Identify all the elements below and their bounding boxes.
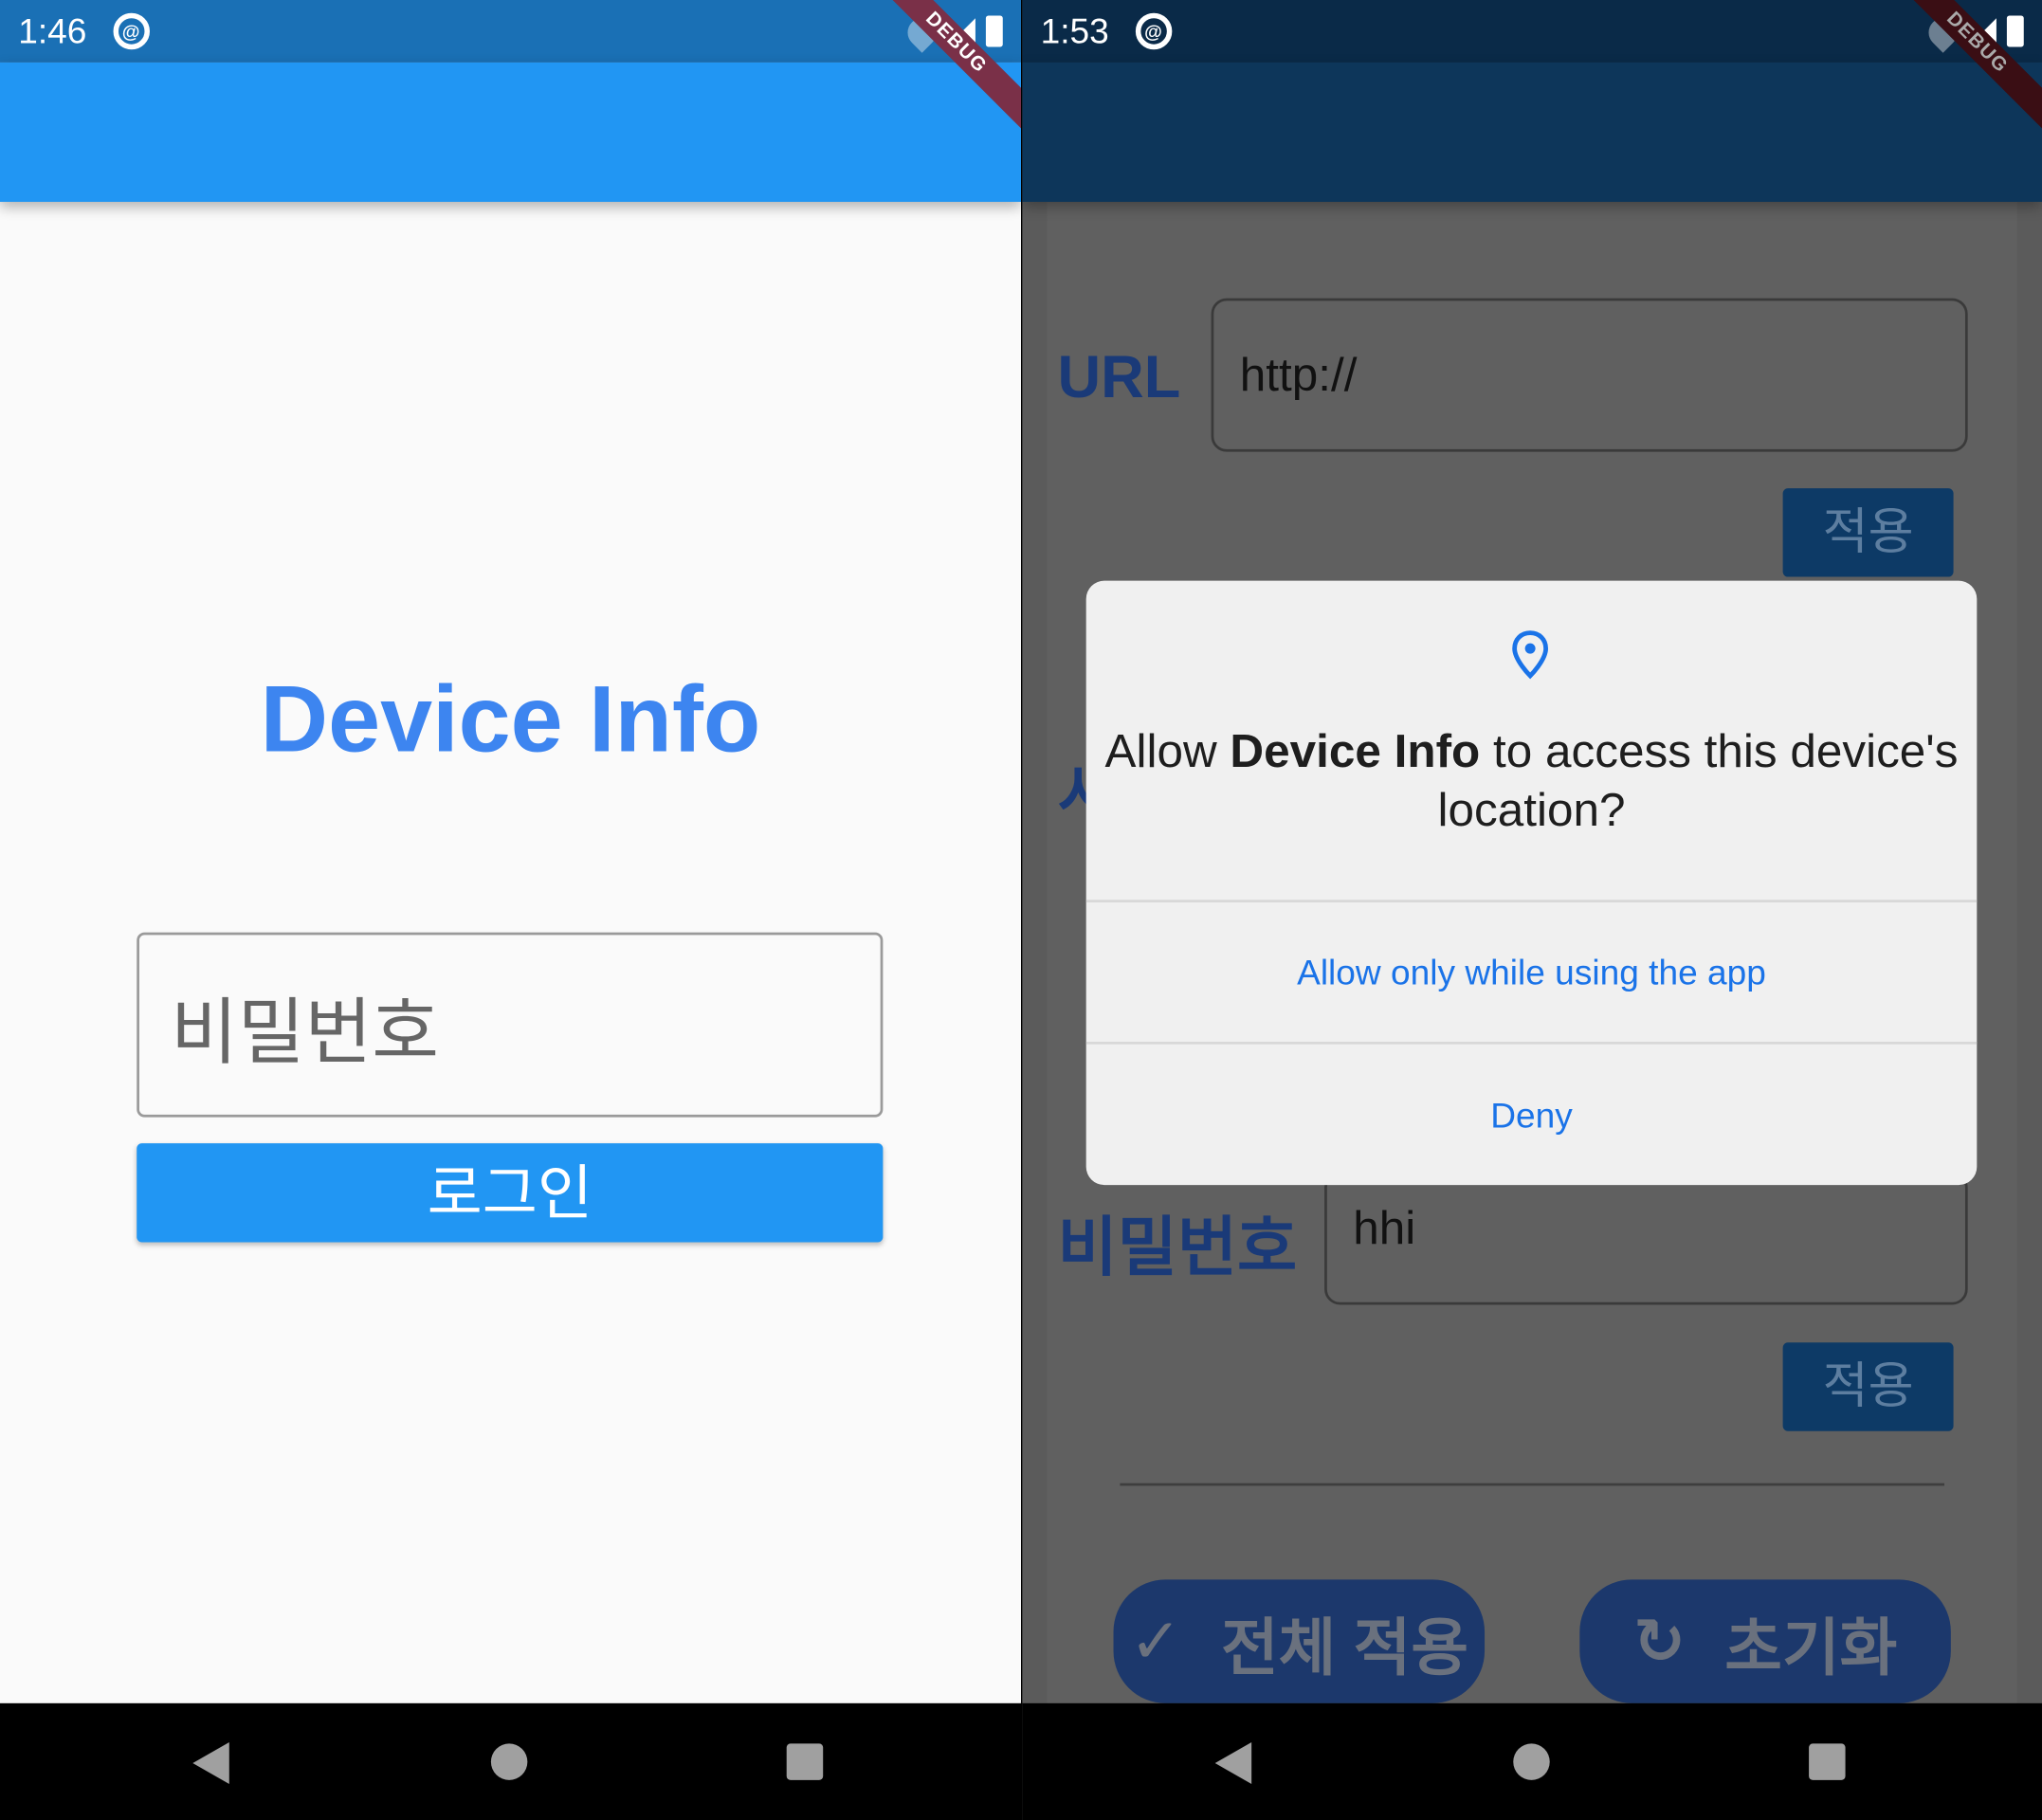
home-icon[interactable] (490, 1743, 528, 1780)
navigation-bar (1022, 1702, 2042, 1820)
refresh-icon: ↻ (1632, 1607, 1686, 1677)
password-label: 비밀번호 (1057, 1210, 1298, 1284)
status-bar: 1:53 @ (1022, 0, 2042, 63)
back-icon[interactable] (192, 1742, 229, 1784)
app-bar (0, 62, 1021, 202)
login-button[interactable]: 로그인 (137, 1143, 884, 1243)
reset-button[interactable]: ↻ 초기화 (1579, 1579, 1951, 1703)
login-screen: 1:46 @ DEBUG Device Info 비밀번호 로그인 (0, 0, 1021, 1820)
location-pin-icon (1512, 630, 1549, 680)
recents-icon[interactable] (1809, 1743, 1846, 1780)
battery-icon (2006, 15, 2024, 47)
location-permission-dialog: Allow Device Info to access this device'… (1085, 580, 1978, 1186)
divider (1085, 900, 1978, 902)
divider (1085, 1041, 1978, 1045)
check-icon: ✓ (1129, 1607, 1182, 1677)
recents-icon[interactable] (786, 1743, 824, 1780)
status-time: 1:46 (18, 10, 87, 50)
apply-all-label: 전체 적용 (1221, 1613, 1468, 1684)
url-label: URL (1057, 342, 1181, 410)
reset-label: 초기화 (1724, 1613, 1898, 1684)
back-icon[interactable] (1214, 1742, 1252, 1784)
page-title: Device Info (260, 667, 761, 773)
allow-while-using-button[interactable]: Allow only while using the app (1086, 954, 1978, 994)
url-input[interactable]: http:// (1211, 298, 1968, 452)
app-bar (1022, 62, 2042, 202)
home-icon[interactable] (1513, 1743, 1550, 1780)
settings-screen: 1:53 @ DEBUG URL http:// 적용 시 비밀번호 hhi 적… (1022, 0, 2042, 1820)
apply-url-button[interactable]: 적용 (1782, 488, 1954, 577)
apply-all-button[interactable]: ✓ 전체 적용 (1113, 1579, 1486, 1703)
battery-icon (985, 15, 1003, 47)
apply-password-button[interactable]: 적용 (1782, 1342, 1954, 1431)
notification-icon: @ (112, 12, 150, 50)
divider (1120, 1483, 1944, 1486)
status-bar: 1:46 @ (0, 0, 1021, 63)
notification-icon: @ (1135, 12, 1172, 50)
password-input[interactable]: hhi (1324, 1172, 1968, 1305)
status-time: 1:53 (1040, 10, 1109, 50)
dialog-message: Allow Device Info to access this device'… (1104, 723, 1959, 836)
deny-button[interactable]: Deny (1086, 1097, 1978, 1138)
password-input[interactable]: 비밀번호 (137, 932, 884, 1118)
navigation-bar (0, 1702, 1021, 1820)
